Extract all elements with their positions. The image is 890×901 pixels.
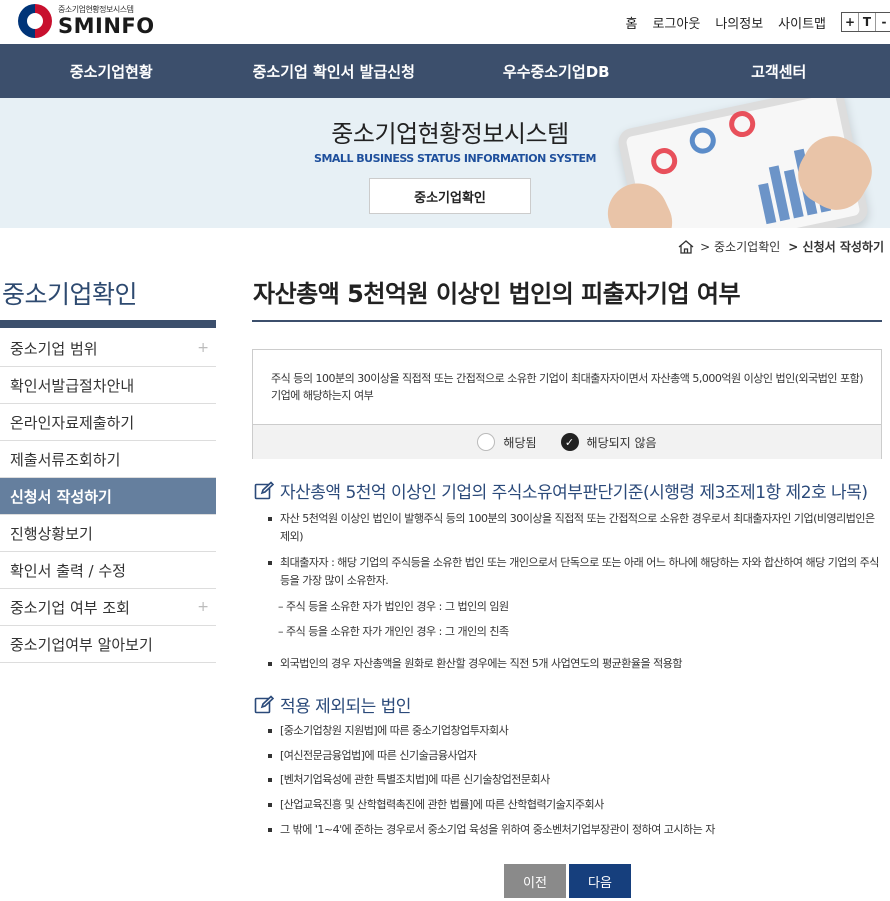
question-text: 주식 등의 100분의 30이상을 직접적 또는 간접적으로 소유한 기업이 최… (271, 372, 864, 402)
breadcrumb-current: > 신청서 작성하기 (788, 240, 884, 254)
breadcrumb: > 중소기업확인 > 신청서 작성하기 (678, 238, 884, 255)
edit-icon (254, 480, 274, 499)
font-increase-button[interactable]: + (842, 13, 859, 31)
criteria-bullet: 자산 5천억원 이상인 법인이 발행주식 등의 100분의 30이상을 직접적 … (268, 510, 882, 546)
sidebar-item-online-submit[interactable]: 온라인자료제출하기 (0, 404, 216, 441)
plus-icon[interactable]: + (197, 340, 209, 356)
sidebar-item-print[interactable]: 확인서 출력 / 수정 (0, 552, 216, 589)
logout-link[interactable]: 로그아웃 (652, 13, 700, 32)
utility-nav: 홈 로그아웃 나의정보 사이트맵 + T - (626, 12, 890, 32)
font-size-controls: + T - (841, 12, 890, 32)
sidebar-item-document-lookup[interactable]: 제출서류조회하기 (0, 441, 216, 478)
sidebar-item-check[interactable]: 중소기업여부 알아보기 (0, 626, 216, 663)
question-box: 주식 등의 100분의 30이상을 직접적 또는 간접적으로 소유한 기업이 최… (252, 349, 882, 459)
edit-icon (254, 694, 274, 713)
criteria-sub-item: – 주식 등을 소유한 자가 법인인 경우 : 그 법인의 임원 (278, 600, 509, 613)
option-yes[interactable]: 해당됨 (477, 433, 537, 451)
my-info-link[interactable]: 나의정보 (715, 13, 763, 32)
site-logo[interactable]: 중소기업현황정보시스템 SMINFO (18, 4, 155, 38)
nav-excellent-db[interactable]: 우수중소기업DB (445, 44, 668, 98)
logo-subtitle: 중소기업현황정보시스템 (58, 4, 134, 14)
criteria-sub-item: – 주식 등을 소유한 자가 개인인 경우 : 그 개인의 친족 (278, 625, 509, 638)
sidebar-title: 중소기업확인 (2, 280, 138, 309)
font-reset-button[interactable]: T (859, 13, 876, 31)
logo-title: SMINFO (58, 13, 155, 38)
sidebar-item-procedure[interactable]: 확인서발급절차안내 (0, 367, 216, 404)
sitemap-link[interactable]: 사이트맵 (778, 13, 826, 32)
sidebar-item-scope[interactable]: 중소기업 범위 + (0, 330, 216, 367)
nav-company-status[interactable]: 중소기업현황 (0, 44, 223, 98)
section-heading-criteria: 자산총액 5천억 이상인 기업의 주식소유여부판단기준(시행령 제3조제1항 제… (254, 478, 868, 503)
sidebar-menu: 중소기업 범위 + 확인서발급절차안내 온라인자료제출하기 제출서류조회하기 신청… (0, 330, 216, 663)
nav-certificate-apply[interactable]: 중소기업 확인서 발급신청 (223, 44, 446, 98)
option-no[interactable]: ✓ 해당되지 않음 (560, 433, 657, 451)
sidebar-item-progress[interactable]: 진행상황보기 (0, 515, 216, 552)
exclusion-item: 그 밖에 '1~4'에 준하는 경우로서 중소기업 육성을 위하여 중소벤처기업… (268, 821, 882, 839)
font-decrease-button[interactable]: - (876, 13, 890, 31)
criteria-bullet: 외국법인의 경우 자산총액을 원화로 환산할 경우에는 직전 5개 사업연도의 … (268, 655, 882, 673)
exclusion-item: [산업교육진흥 및 산학협력촉진에 관한 법률]에 따른 산학협력기술지주회사 (268, 796, 882, 814)
sidebar-divider (0, 320, 216, 328)
taegeuk-logo-icon (18, 4, 52, 38)
breadcrumb-item[interactable]: 중소기업확인 (714, 238, 780, 255)
home-link[interactable]: 홈 (626, 13, 638, 32)
top-bar: 중소기업현황정보시스템 SMINFO 홈 로그아웃 나의정보 사이트맵 + T … (0, 0, 890, 44)
breadcrumb-separator: > (700, 239, 715, 254)
exclusion-item: [벤처기업육성에 관한 특별조치법]에 따른 신기술창업전문회사 (268, 771, 882, 789)
prev-button[interactable]: 이전 (504, 864, 566, 898)
home-icon[interactable] (678, 239, 694, 254)
page-title: 자산총액 5천억원 이상인 법인의 피출자기업 여부 (253, 280, 741, 308)
exclusion-item: [중소기업창원 지원법]에 따른 중소기업창업투자회사 (268, 722, 882, 740)
criteria-bullet: 최대출자자 : 해당 기업의 주식등을 소유한 법인 또는 개인으로서 단독으로… (268, 554, 882, 590)
check-circle-icon[interactable]: ✓ (560, 433, 579, 451)
title-divider (252, 320, 882, 322)
section-heading-exclusions: 적용 제외되는 법인 (254, 692, 411, 717)
main-nav: 중소기업현황 중소기업 확인서 발급신청 우수중소기업DB 고객센터 (0, 44, 890, 98)
sidebar-item-lookup[interactable]: 중소기업 여부 조회 + (0, 589, 216, 626)
hero-banner: 중소기업현황정보시스템 SMALL BUSINESS STATUS INFORM… (0, 98, 890, 228)
plus-icon[interactable]: + (197, 599, 209, 615)
answer-options: 해당됨 ✓ 해당되지 않음 (253, 424, 881, 459)
radio-unchecked-icon[interactable] (477, 433, 496, 451)
sidebar-item-application[interactable]: 신청서 작성하기 (0, 478, 216, 515)
banner-button[interactable]: 중소기업확인 (369, 178, 531, 214)
nav-customer-center[interactable]: 고객센터 (668, 44, 890, 98)
exclusion-item: [여신전문금융업법]에 따른 신기술금융사업자 (268, 747, 882, 765)
next-button[interactable]: 다음 (569, 864, 631, 898)
